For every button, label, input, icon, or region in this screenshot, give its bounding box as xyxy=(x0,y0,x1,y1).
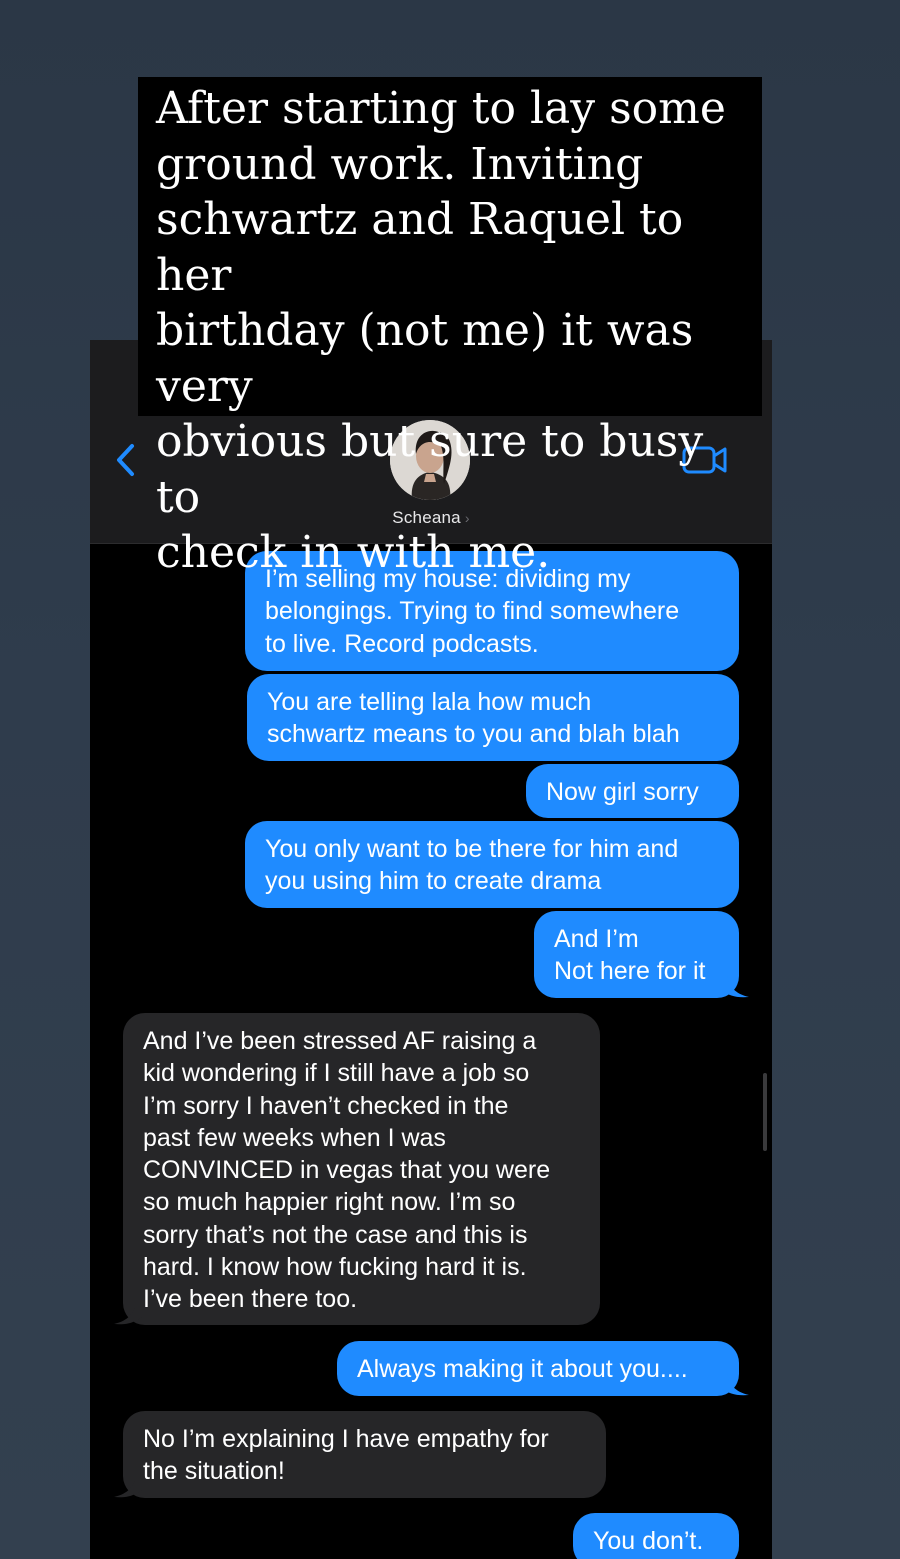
message-bubble-outgoing[interactable]: And I’m Not here for it xyxy=(534,911,739,998)
message-bubble-outgoing[interactable]: You don’t. xyxy=(573,1513,739,1559)
bubble-tail xyxy=(114,1476,142,1498)
back-button[interactable] xyxy=(112,440,142,480)
message-bubble-incoming[interactable]: No I’m explaining I have empathy for the… xyxy=(123,1411,606,1498)
bubble-tail xyxy=(721,1374,749,1396)
story-caption: After starting to lay some ground work. … xyxy=(138,77,762,578)
chevron-right-icon: › xyxy=(464,510,470,526)
message-bubble-incoming[interactable]: And I’ve been stressed AF raising a kid … xyxy=(123,1013,600,1325)
message-bubble-outgoing[interactable]: You are telling lala how much schwartz m… xyxy=(247,674,739,761)
bubble-tail xyxy=(721,976,749,998)
bubble-tail xyxy=(114,1303,142,1325)
scrollbar[interactable] xyxy=(763,1073,767,1151)
message-bubble-outgoing[interactable]: Now girl sorry xyxy=(526,764,739,818)
chevron-left-icon xyxy=(117,444,134,476)
message-bubble-outgoing[interactable]: Always making it about you.... xyxy=(337,1341,739,1396)
message-bubble-outgoing[interactable]: You only want to be there for him and yo… xyxy=(245,821,739,908)
